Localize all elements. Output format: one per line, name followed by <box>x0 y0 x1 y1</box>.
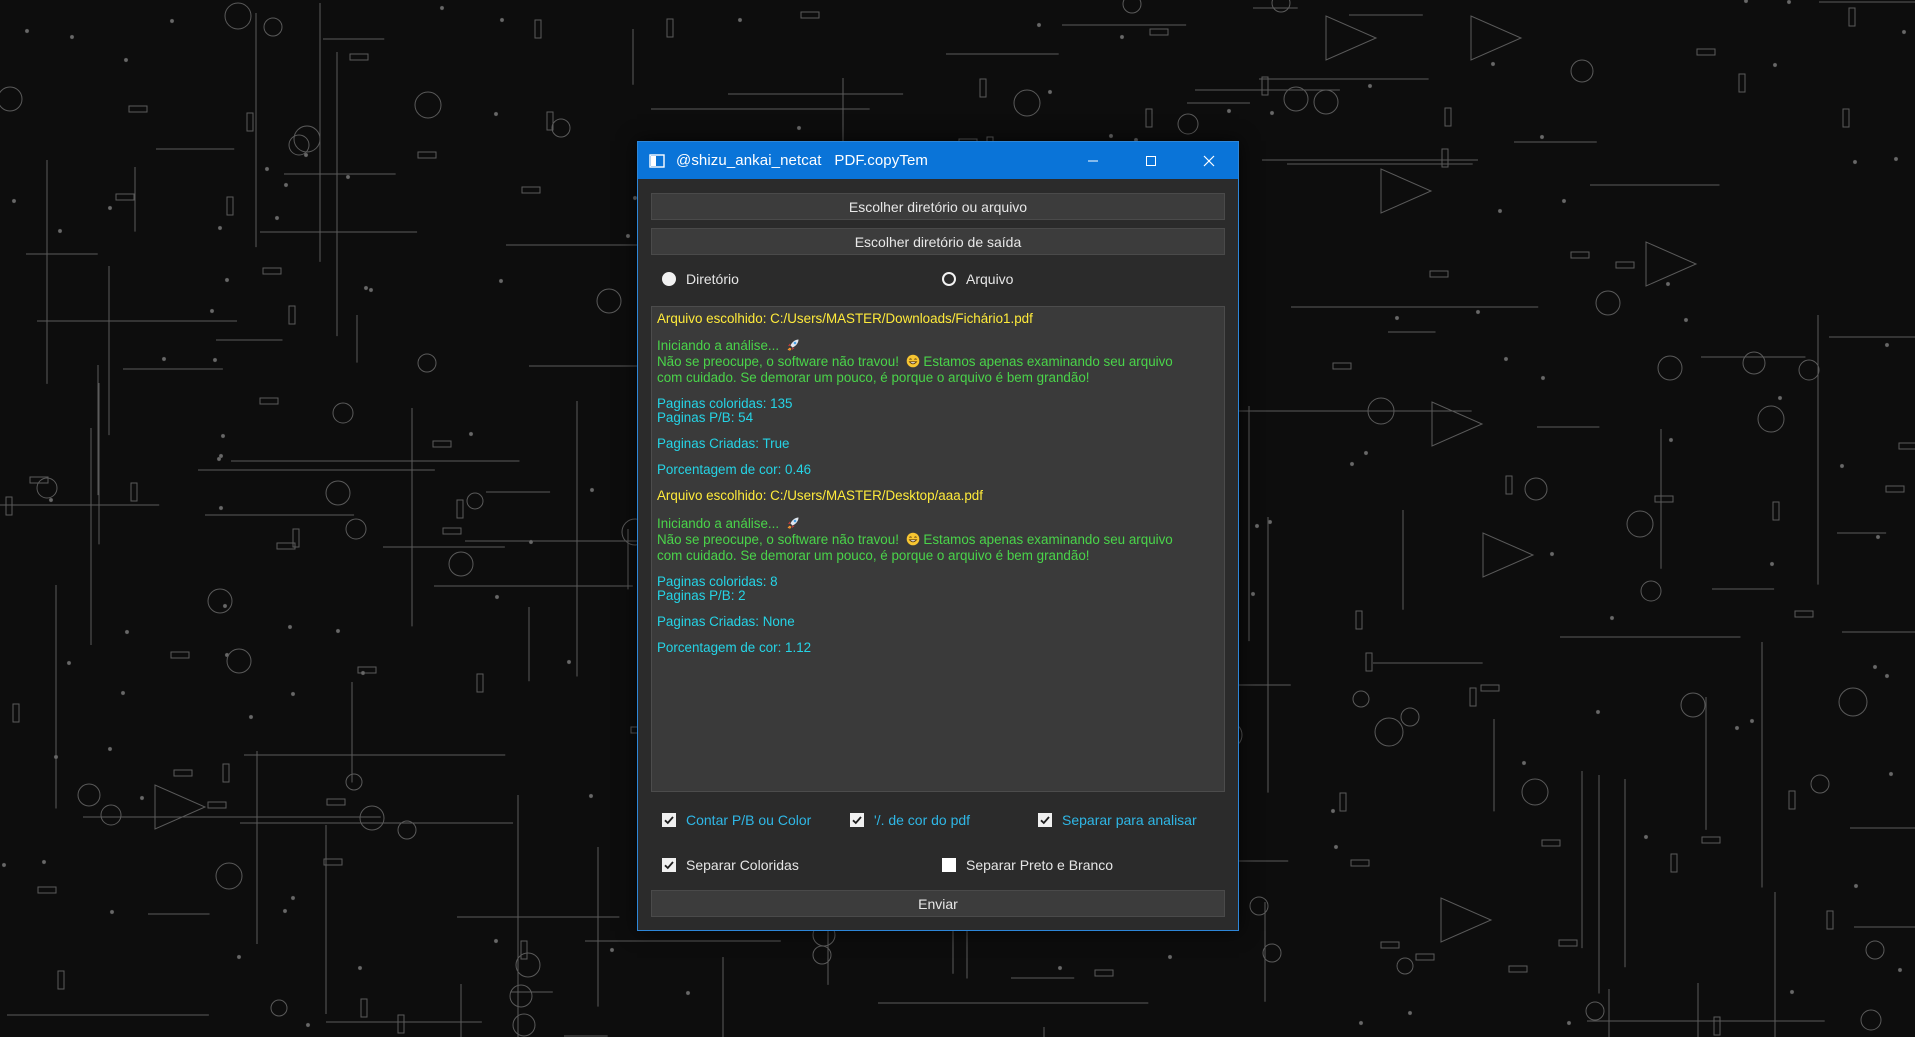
log-line-text: Iniciando a análise... <box>657 338 780 353</box>
log-line-text: Estamos apenas examinando seu arquivo <box>923 532 1173 547</box>
window-app-icon <box>649 153 665 168</box>
window-title: @shizu_ankai_netcat PDF.copyTem <box>676 152 928 169</box>
log-line-text: Estamos apenas examinando seu arquivo <box>923 354 1173 369</box>
log-line: Paginas P/B: 2 <box>657 588 746 603</box>
log-line: Iniciando a análise... <box>657 516 800 532</box>
radio-file[interactable]: Arquivo <box>942 268 1013 290</box>
grin-emoji-icon <box>906 354 919 368</box>
checkbox-label: Contar P/B ou Color <box>686 812 812 828</box>
log-line: Não se preocupe, o software não travou! … <box>657 354 1173 370</box>
log-line: Iniciando a análise... <box>657 338 800 354</box>
minimize-button[interactable] <box>1064 142 1122 179</box>
checkbox-split-to-analyze[interactable]: Separar para analisar <box>1038 810 1197 830</box>
log-output-area[interactable]: Arquivo escolhido: C:/Users/MASTER/Downl… <box>651 306 1225 792</box>
close-icon <box>1203 155 1215 166</box>
minimize-icon <box>1088 160 1098 161</box>
log-line-text: Iniciando a análise... <box>657 516 780 531</box>
log-line-text: Não se preocupe, o software não travou! <box>657 354 899 369</box>
radio-file-label: Arquivo <box>966 271 1014 287</box>
log-line: Arquivo escolhido: C:/Users/MASTER/Deskt… <box>657 488 983 503</box>
log-line: com cuidado. Se demorar um pouco, é porq… <box>657 548 1090 563</box>
title-bar[interactable]: @shizu_ankai_netcat PDF.copyTem <box>638 142 1238 179</box>
log-line: Paginas Criadas: True <box>657 436 790 451</box>
checkbox-unchecked-indicator <box>942 858 956 872</box>
log-line-text: Não se preocupe, o software não travou! <box>657 532 899 547</box>
checkmark-icon <box>852 816 862 825</box>
grin-emoji-icon <box>906 532 919 546</box>
log-line: com cuidado. Se demorar um pouco, é porq… <box>657 370 1090 385</box>
checkmark-icon <box>664 861 674 870</box>
checkbox-checked-indicator <box>1038 813 1052 827</box>
submit-button[interactable]: Enviar <box>651 890 1225 917</box>
radio-unselected-indicator <box>942 272 956 286</box>
checkbox-checked-indicator <box>662 858 676 872</box>
log-line: Porcentagem de cor: 0.46 <box>657 462 812 477</box>
checkbox-separate-bw[interactable]: Separar Preto e Branco <box>942 855 1113 875</box>
checkmark-icon <box>664 816 674 825</box>
rocket-icon <box>787 517 799 529</box>
app-window: @shizu_ankai_netcat PDF.copyTem Escolher… <box>637 141 1239 931</box>
maximize-icon <box>1146 155 1156 166</box>
checkmark-icon <box>1040 816 1050 825</box>
radio-selected-indicator <box>662 272 676 286</box>
checkbox-label: Separar Preto e Branco <box>966 857 1114 873</box>
radio-directory[interactable]: Diretório <box>662 268 739 290</box>
checkbox-checked-indicator <box>850 813 864 827</box>
log-line: Paginas P/B: 54 <box>657 410 754 425</box>
checkbox-separate-colored[interactable]: Separar Coloridas <box>662 855 799 875</box>
close-button[interactable] <box>1180 142 1238 179</box>
checkbox-label: '/. de cor do pdf <box>874 812 971 828</box>
checkbox-label: Separar para analisar <box>1062 812 1197 828</box>
checkbox-percent-color[interactable]: '/. de cor do pdf <box>850 810 970 830</box>
checkbox-label: Separar Coloridas <box>686 857 799 873</box>
log-line: Porcentagem de cor: 1.12 <box>657 640 812 655</box>
log-line: Paginas Criadas: None <box>657 614 795 629</box>
checkbox-count-bw-color[interactable]: Contar P/B ou Color <box>662 810 811 830</box>
checkbox-checked-indicator <box>662 813 676 827</box>
choose-input-button[interactable]: Escolher diretório ou arquivo <box>651 193 1225 220</box>
log-line: Não se preocupe, o software não travou! … <box>657 532 1173 548</box>
radio-directory-label: Diretório <box>686 271 739 287</box>
rocket-icon <box>787 339 799 351</box>
maximize-button[interactable] <box>1122 142 1180 179</box>
log-line: Arquivo escolhido: C:/Users/MASTER/Downl… <box>657 311 1033 326</box>
choose-output-button[interactable]: Escolher diretório de saída <box>651 228 1225 255</box>
